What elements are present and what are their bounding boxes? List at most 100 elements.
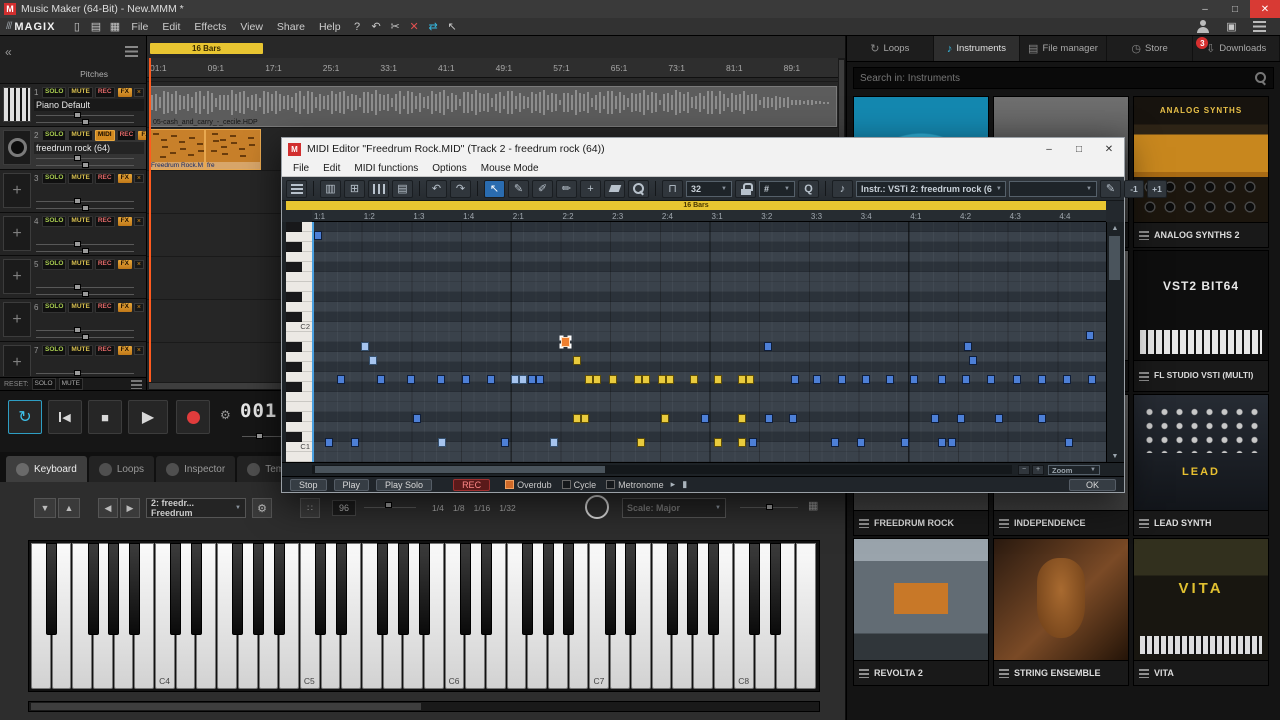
scale-select[interactable]: Scale: Major bbox=[622, 498, 726, 518]
midi-note[interactable] bbox=[964, 342, 972, 351]
midi-note[interactable] bbox=[437, 375, 445, 384]
menu-help[interactable]: Help bbox=[312, 21, 348, 33]
midi-note[interactable] bbox=[361, 342, 369, 351]
keyboard-track-select[interactable]: 2: freedr... Freedrum bbox=[146, 498, 246, 518]
midi-note[interactable] bbox=[487, 375, 495, 384]
record-button[interactable] bbox=[176, 400, 210, 434]
pencil-tool-icon[interactable]: ✎ bbox=[508, 180, 529, 198]
midi-note[interactable] bbox=[813, 375, 821, 384]
open-file-icon[interactable]: ▤ bbox=[86, 19, 105, 35]
track-row-6[interactable]: +6SOLOMUTERECFX× bbox=[0, 299, 146, 342]
metronome-checkbox[interactable]: Metronome bbox=[606, 480, 664, 490]
track-volume-slider[interactable] bbox=[34, 370, 144, 376]
track-5-fx-button[interactable]: FX bbox=[118, 260, 132, 269]
add-instrument-icon[interactable]: + bbox=[3, 173, 31, 208]
track-7-solo-button[interactable]: SOLO bbox=[42, 345, 66, 356]
piano-key-black[interactable] bbox=[563, 543, 574, 635]
transport-settings-gear-icon[interactable]: ⚙ bbox=[220, 408, 231, 422]
editor-play-button[interactable]: Play bbox=[334, 479, 370, 491]
instrument-card-lead-synth[interactable]: LEADLEAD SYNTH bbox=[1133, 394, 1269, 536]
tab-inspector[interactable]: Inspector bbox=[156, 456, 235, 482]
piano-key-black[interactable] bbox=[770, 543, 781, 635]
skip-to-start-button[interactable] bbox=[48, 400, 82, 434]
note-length-1-32[interactable]: 1/32 bbox=[499, 503, 516, 513]
piano-key-black[interactable] bbox=[46, 543, 57, 635]
track-name[interactable] bbox=[34, 228, 144, 240]
split-tool-icon[interactable]: + bbox=[580, 180, 601, 198]
track-pan-slider[interactable] bbox=[34, 205, 144, 212]
track-1-solo-button[interactable]: SOLO bbox=[42, 87, 66, 98]
piano-key-black[interactable] bbox=[274, 543, 285, 635]
midi-note[interactable] bbox=[714, 438, 722, 447]
piano-key-black[interactable] bbox=[232, 543, 243, 635]
fx-close-icon[interactable]: × bbox=[134, 174, 144, 183]
midi-note[interactable] bbox=[969, 356, 977, 365]
instrument-select[interactable]: Instr.: VSTi 2: freedrum rock (6 bbox=[856, 181, 1006, 197]
next-button[interactable]: ▶ bbox=[120, 498, 140, 518]
midi-note[interactable] bbox=[749, 438, 757, 447]
quantize-select[interactable]: 32 bbox=[686, 181, 732, 197]
scrollbar-thumb[interactable] bbox=[315, 466, 605, 473]
editor-ruler[interactable]: 16 Bars 1:11:21:31:42:12:22:32:43:13:23:… bbox=[282, 201, 1124, 222]
midi-note[interactable] bbox=[325, 438, 333, 447]
track-row-4[interactable]: +4SOLOMUTERECFX× bbox=[0, 213, 146, 256]
cycle-checkbox[interactable]: Cycle bbox=[562, 480, 597, 490]
midi-note[interactable] bbox=[314, 231, 322, 240]
tab-keyboard[interactable]: Keyboard bbox=[6, 456, 87, 482]
scrollbar-thumb[interactable] bbox=[31, 703, 421, 710]
add-instrument-icon[interactable]: + bbox=[3, 259, 31, 294]
editor-titlebar[interactable]: M MIDI Editor "Freedrum Rock.MID" (Track… bbox=[282, 138, 1124, 160]
editor-menu-midi-functions[interactable]: MIDI functions bbox=[347, 163, 425, 174]
instrument-card-analog-synths-2[interactable]: ANALOG SYNTHSANALOG SYNTHS 2 bbox=[1133, 96, 1269, 248]
piano-key-black[interactable] bbox=[108, 543, 119, 635]
pattern-pencil-tool-icon[interactable]: ✏ bbox=[556, 180, 577, 198]
piano-key-black[interactable] bbox=[522, 543, 533, 635]
instrument-card-revolta-2[interactable]: REVOLTA 2 bbox=[853, 538, 989, 686]
menu-effects[interactable]: Effects bbox=[187, 21, 233, 33]
add-instrument-icon[interactable]: + bbox=[3, 216, 31, 251]
piano-key-black[interactable] bbox=[170, 543, 181, 635]
track-pan-slider[interactable] bbox=[34, 334, 144, 341]
editor-minimize-button[interactable]: – bbox=[1034, 138, 1064, 160]
loop-range-marker[interactable]: 16 Bars bbox=[150, 43, 263, 54]
midi-note[interactable] bbox=[501, 438, 509, 447]
audio-clip[interactable]: 05-cash_and_carry_-_cecile.HDP bbox=[149, 86, 837, 127]
track-5-rec-button[interactable]: REC bbox=[95, 259, 115, 270]
play-button[interactable]: ▶ bbox=[128, 400, 168, 434]
midi-note[interactable] bbox=[637, 438, 645, 447]
midi-note[interactable] bbox=[948, 438, 956, 447]
new-file-icon[interactable]: ▯ bbox=[67, 19, 86, 35]
draw-mode-icon[interactable]: ✎ bbox=[1100, 180, 1121, 198]
piano-key-black[interactable] bbox=[481, 543, 492, 635]
midi-note[interactable] bbox=[1013, 375, 1021, 384]
midi-note[interactable] bbox=[1038, 414, 1046, 423]
scrollbar-thumb[interactable] bbox=[1109, 236, 1120, 280]
note-length-1-4[interactable]: 1/4 bbox=[432, 503, 444, 513]
midi-note[interactable] bbox=[550, 438, 558, 447]
loop-button[interactable]: ↻ bbox=[8, 400, 42, 434]
piano-key-black[interactable] bbox=[419, 543, 430, 635]
midi-note[interactable] bbox=[642, 375, 650, 384]
arpeggiator-button[interactable] bbox=[585, 495, 609, 519]
piano-key-black[interactable] bbox=[315, 543, 326, 635]
track-row-5[interactable]: +5SOLOMUTERECFX× bbox=[0, 256, 146, 299]
editor-ruler-ticks[interactable]: 1:11:21:31:42:12:22:32:43:13:23:33:44:14… bbox=[312, 210, 1106, 222]
tab-loops[interactable]: ↻Loops bbox=[847, 36, 934, 61]
midi-note[interactable] bbox=[938, 438, 946, 447]
midi-note[interactable] bbox=[634, 375, 642, 384]
chord-pattern-icon[interactable]: ∷ bbox=[300, 498, 320, 518]
event-list-icon[interactable] bbox=[286, 180, 307, 198]
track-2-solo-button[interactable]: SOLO bbox=[42, 130, 66, 141]
audition-note-icon[interactable]: ♪ bbox=[832, 180, 853, 198]
scissors-icon[interactable]: ✂ bbox=[386, 19, 405, 35]
instrument-card-fl-studio-vsti-multi[interactable]: VST2 BIT64FL STUDIO VSTI (MULTI) bbox=[1133, 250, 1269, 392]
secondary-select[interactable] bbox=[1009, 181, 1097, 197]
search-input[interactable] bbox=[854, 73, 1254, 84]
hamburger-menu-icon[interactable] bbox=[1253, 21, 1266, 32]
track-5-mute-button[interactable]: MUTE bbox=[68, 259, 92, 270]
close-button[interactable]: ✕ bbox=[1250, 0, 1280, 18]
midi-note[interactable] bbox=[738, 375, 746, 384]
midi-note[interactable] bbox=[369, 356, 377, 365]
midi-note[interactable] bbox=[1086, 331, 1094, 340]
piano-key-black[interactable] bbox=[687, 543, 698, 635]
